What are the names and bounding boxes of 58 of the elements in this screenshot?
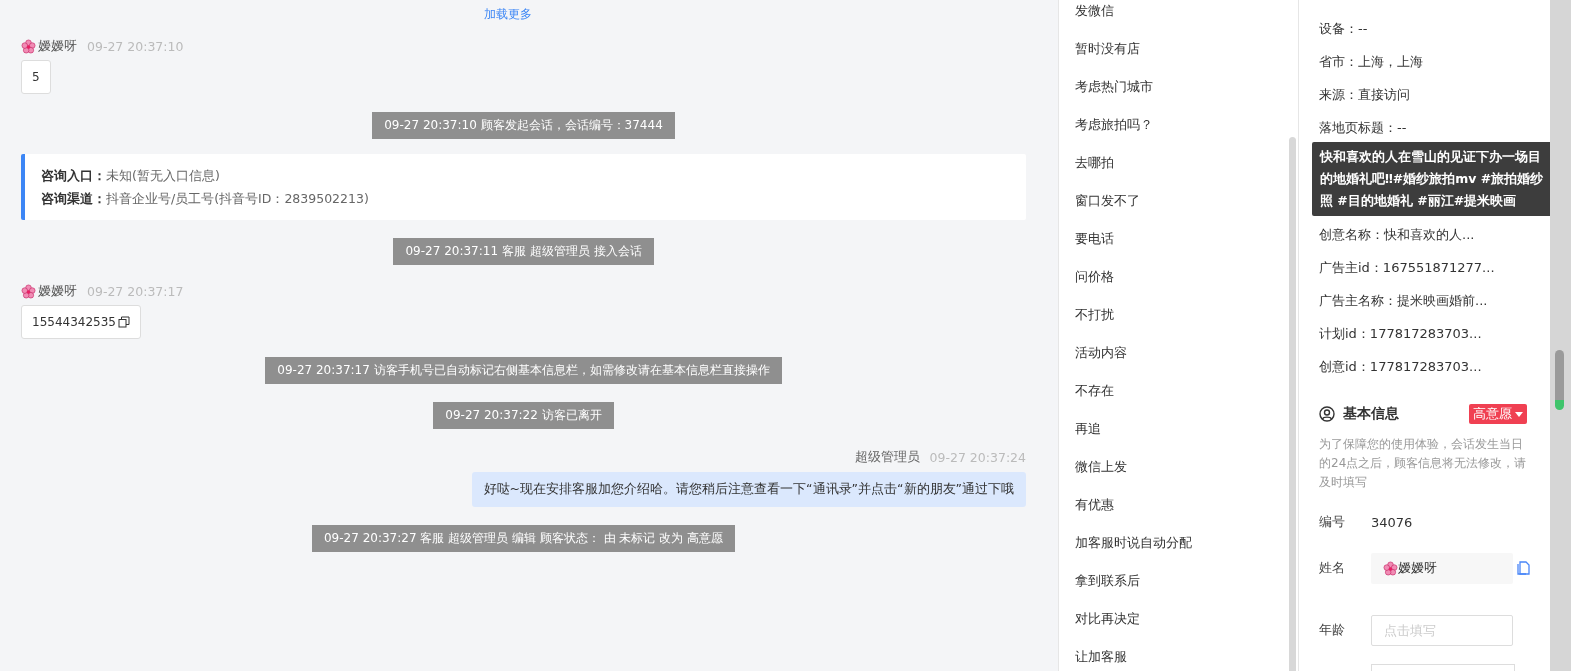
info-row: 广告主名称：提米映画婚前...	[1319, 293, 1488, 308]
field-label: 编号	[1319, 513, 1346, 531]
sender-name: 超级管理员	[854, 449, 920, 466]
field-label: 年龄	[1319, 621, 1346, 639]
quick-reply-item[interactable]: 微信上发	[1075, 459, 1127, 474]
quick-reply-item[interactable]: 再追	[1075, 421, 1101, 436]
info-row: 设备：--	[1319, 21, 1368, 36]
info-row: 广告主id：167551871277...	[1319, 260, 1495, 275]
flower-icon	[21, 39, 36, 54]
name-field[interactable]: 嫒嫒呀	[1371, 552, 1513, 584]
quick-reply-item[interactable]: 暂时没有店	[1075, 41, 1140, 56]
info-row: 创意id：177817283703...	[1319, 359, 1482, 374]
system-notice: 09-27 20:37:11 客服 超级管理员 接入会话	[393, 238, 654, 265]
quick-reply-item[interactable]: 有优惠	[1075, 497, 1114, 512]
message-time: 09-27 20:37:10	[87, 39, 184, 54]
quick-reply-item[interactable]: 拿到联系后	[1075, 573, 1140, 588]
system-notice: 09-27 20:37:27 客服 超级管理员 编辑 顾客状态： 由 未标记 改为 高意愿	[311, 525, 736, 552]
info-row: 创意名称：快和喜欢的人...	[1319, 227, 1475, 242]
info-row: 落地页标题：--	[1319, 120, 1407, 135]
system-notice: 09-27 20:37:17 访客手机号已自动标记右侧基本信息栏，如需修改请在基本信息栏直接操作	[265, 357, 782, 384]
message-bubble: 15544342535	[21, 305, 141, 339]
quick-reply-item[interactable]: 要电话	[1075, 231, 1114, 246]
quick-reply-item[interactable]: 窗口发不了	[1075, 193, 1140, 208]
quick-reply-item[interactable]: 不存在	[1075, 383, 1114, 398]
flower-icon	[21, 284, 36, 299]
flower-icon	[1383, 560, 1398, 576]
quick-reply-item[interactable]: 考虑热门城市	[1075, 79, 1153, 94]
quick-reply-item[interactable]: 发微信	[1075, 3, 1114, 18]
message-bubble: 好哒~现在安排客服加您介绍哈。请您稍后注意查看一下“通讯录”并点击“新的朋友”通过下哦	[471, 472, 1026, 507]
copy-icon[interactable]	[118, 316, 130, 328]
info-row: 来源：直接访问	[1319, 87, 1410, 102]
entry-info-line: 咨询入口：未知(暂无入口信息)	[41, 167, 221, 185]
quick-reply-item[interactable]: 活动内容	[1075, 345, 1127, 360]
quick-reply-item[interactable]: 去哪拍	[1075, 155, 1114, 170]
quick-reply-item[interactable]: 不打扰	[1075, 307, 1114, 322]
notice-text: 为了保障您的使用体验，会话发生当日的24点之后，顾客信息将无法修改，请及时填写	[1319, 436, 1528, 491]
field-label: 姓名	[1319, 559, 1346, 577]
quick-reply-item[interactable]: 让加客服	[1075, 649, 1127, 664]
field-value: 34076	[1371, 514, 1413, 530]
message-time: 09-27 20:37:24	[929, 450, 1026, 465]
message-time: 09-27 20:37:17	[87, 284, 184, 299]
system-notice: 09-27 20:37:10 顾客发起会话，会话编号：37444	[372, 112, 675, 139]
quick-reply-item[interactable]: 对比再决定	[1075, 611, 1140, 626]
tooltip: 快和喜欢的人在雪山的见证下办一场目的地婚礼吧‼#婚纱旅拍mv #旅拍婚纱照 #目的地婚礼 #丽江#提米映画	[1312, 142, 1550, 216]
section-title: 基本信息	[1343, 405, 1399, 423]
sender-name: 嫒嫒呀	[38, 283, 77, 300]
caret-icon	[1515, 411, 1523, 417]
info-row: 省市：上海，上海	[1319, 54, 1423, 69]
message-bubble: 5	[21, 60, 51, 94]
intent-tag[interactable]: 高意愿	[1469, 404, 1527, 424]
quick-reply-item[interactable]: 考虑旅拍吗？	[1075, 117, 1153, 132]
user-icon	[1319, 406, 1335, 422]
system-notice: 09-27 20:37:22 访客已离开	[433, 402, 614, 429]
quick-reply-item[interactable]: 加客服时说自动分配	[1075, 535, 1192, 550]
quick-reply-item[interactable]: 问价格	[1075, 269, 1114, 284]
info-row: 计划id：177817283703...	[1319, 326, 1482, 341]
sender-name: 嫒嫒呀	[38, 38, 77, 55]
entry-info-line: 咨询渠道：抖音企业号/员工号(抖音号ID：2839502213)	[41, 190, 370, 208]
